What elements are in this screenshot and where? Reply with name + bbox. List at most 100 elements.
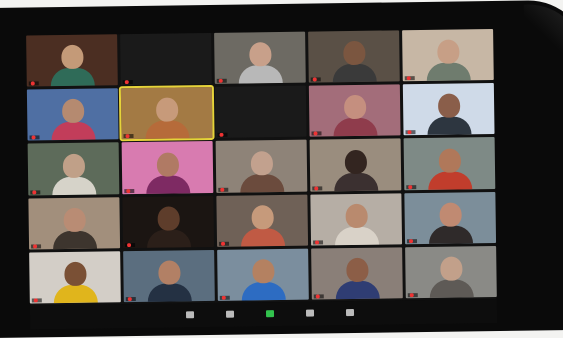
participant-tile[interactable] — [215, 140, 308, 193]
share-screen-button[interactable] — [250, 303, 290, 326]
participant-tile[interactable] — [214, 31, 306, 85]
participant-tile[interactable] — [28, 196, 121, 250]
reactions-icon — [345, 308, 355, 316]
participant-video-body — [334, 226, 379, 246]
participant-name-label — [312, 186, 323, 191]
participant-tile[interactable] — [27, 142, 120, 196]
participant-tile[interactable] — [402, 29, 494, 82]
mic-muted-icon — [220, 187, 225, 192]
participant-video-body — [50, 67, 95, 87]
participant-video-body — [238, 65, 283, 84]
participant-name-label — [217, 133, 228, 138]
participant-name-label — [311, 131, 322, 136]
participant-name-label — [31, 298, 42, 303]
participant-video-body — [50, 121, 96, 141]
participant-tile[interactable] — [308, 84, 401, 137]
participant-video-head — [61, 99, 84, 124]
participant-video-head — [157, 260, 181, 285]
participant-video-head — [251, 259, 275, 284]
mic-muted-icon — [127, 297, 132, 302]
participant-display-name — [120, 53, 211, 54]
mic-muted-icon — [221, 241, 226, 246]
participant-video-body — [427, 170, 472, 190]
meeting-toolbar — [29, 298, 498, 330]
participant-tile[interactable] — [311, 247, 403, 300]
participant-tile[interactable] — [122, 195, 215, 248]
participant-tile[interactable] — [308, 30, 400, 83]
mic-muted-icon — [124, 80, 129, 85]
participant-video-head — [438, 148, 461, 173]
chat-icon — [225, 310, 235, 318]
participant-tile[interactable] — [120, 32, 212, 86]
participant-name-label — [312, 240, 324, 245]
participant-name-label — [407, 293, 418, 298]
participant-name-label — [31, 244, 42, 249]
participant-tile[interactable] — [214, 85, 307, 139]
participant-video-body — [332, 63, 377, 83]
participant-tile[interactable] — [217, 248, 309, 301]
record-button[interactable] — [290, 302, 330, 325]
participant-name-label — [404, 76, 415, 81]
record-icon — [305, 309, 315, 317]
mic-muted-icon — [314, 240, 320, 245]
reactions-button[interactable] — [330, 302, 370, 325]
participant-video-head — [251, 204, 274, 230]
participant-tile[interactable] — [216, 194, 309, 247]
participant-name-label — [28, 81, 39, 86]
mic-muted-icon — [409, 293, 414, 298]
participant-video-body — [332, 118, 378, 137]
participant-name-label — [216, 78, 227, 84]
participant-name-label — [122, 80, 133, 85]
share-screen-icon — [265, 309, 275, 317]
participant-name-label — [125, 242, 136, 247]
participant-video-head — [63, 261, 87, 287]
participant-tile[interactable] — [402, 83, 495, 136]
mic-muted-icon — [408, 184, 413, 189]
participant-video-body — [239, 173, 284, 193]
participant-video-body — [429, 279, 474, 298]
participant-video-head — [344, 149, 367, 174]
participant-video-body — [144, 120, 190, 140]
participant-tile[interactable] — [403, 137, 496, 190]
mic-muted-icon — [218, 78, 223, 84]
participant-video-head — [439, 256, 463, 281]
mic-muted-icon — [31, 135, 36, 140]
participant-video-head — [343, 95, 366, 120]
participant-name-label — [29, 135, 40, 140]
mic-muted-icon — [219, 133, 224, 138]
participant-tile[interactable] — [26, 88, 119, 141]
participant-video-head — [156, 152, 179, 177]
mic-muted-icon — [313, 131, 318, 136]
participant-video-body — [428, 225, 473, 244]
participant-tile[interactable] — [121, 141, 214, 194]
participant-name-label — [123, 134, 134, 139]
mic-muted-icon — [315, 294, 320, 299]
participant-tile[interactable] — [310, 192, 403, 246]
mic-muted-icon — [408, 238, 414, 244]
participant-tile[interactable] — [26, 34, 118, 87]
participant-tile[interactable] — [405, 245, 497, 299]
participant-name-label — [405, 130, 416, 135]
gallery-view — [26, 29, 497, 304]
participant-tile[interactable] — [404, 191, 497, 245]
participant-tile[interactable] — [118, 85, 215, 142]
mic-muted-icon — [312, 77, 317, 82]
participant-video-body — [240, 227, 285, 247]
participant-video-head — [437, 93, 460, 119]
participant-video-head — [62, 153, 85, 178]
participant-video-body — [147, 283, 192, 302]
participants-button[interactable] — [170, 304, 210, 327]
participant-video-body — [53, 284, 98, 304]
participant-tile[interactable] — [123, 249, 215, 303]
laptop-frame — [0, 0, 563, 338]
participant-tile[interactable] — [29, 251, 121, 304]
mic-muted-icon — [30, 81, 35, 86]
chat-button[interactable] — [210, 303, 250, 326]
participant-tile[interactable] — [309, 138, 402, 192]
participant-name-label — [124, 188, 135, 193]
participant-name-label — [30, 189, 41, 195]
participant-video-head — [155, 97, 178, 123]
participant-name-label — [313, 294, 324, 299]
participant-video-head — [248, 42, 272, 67]
